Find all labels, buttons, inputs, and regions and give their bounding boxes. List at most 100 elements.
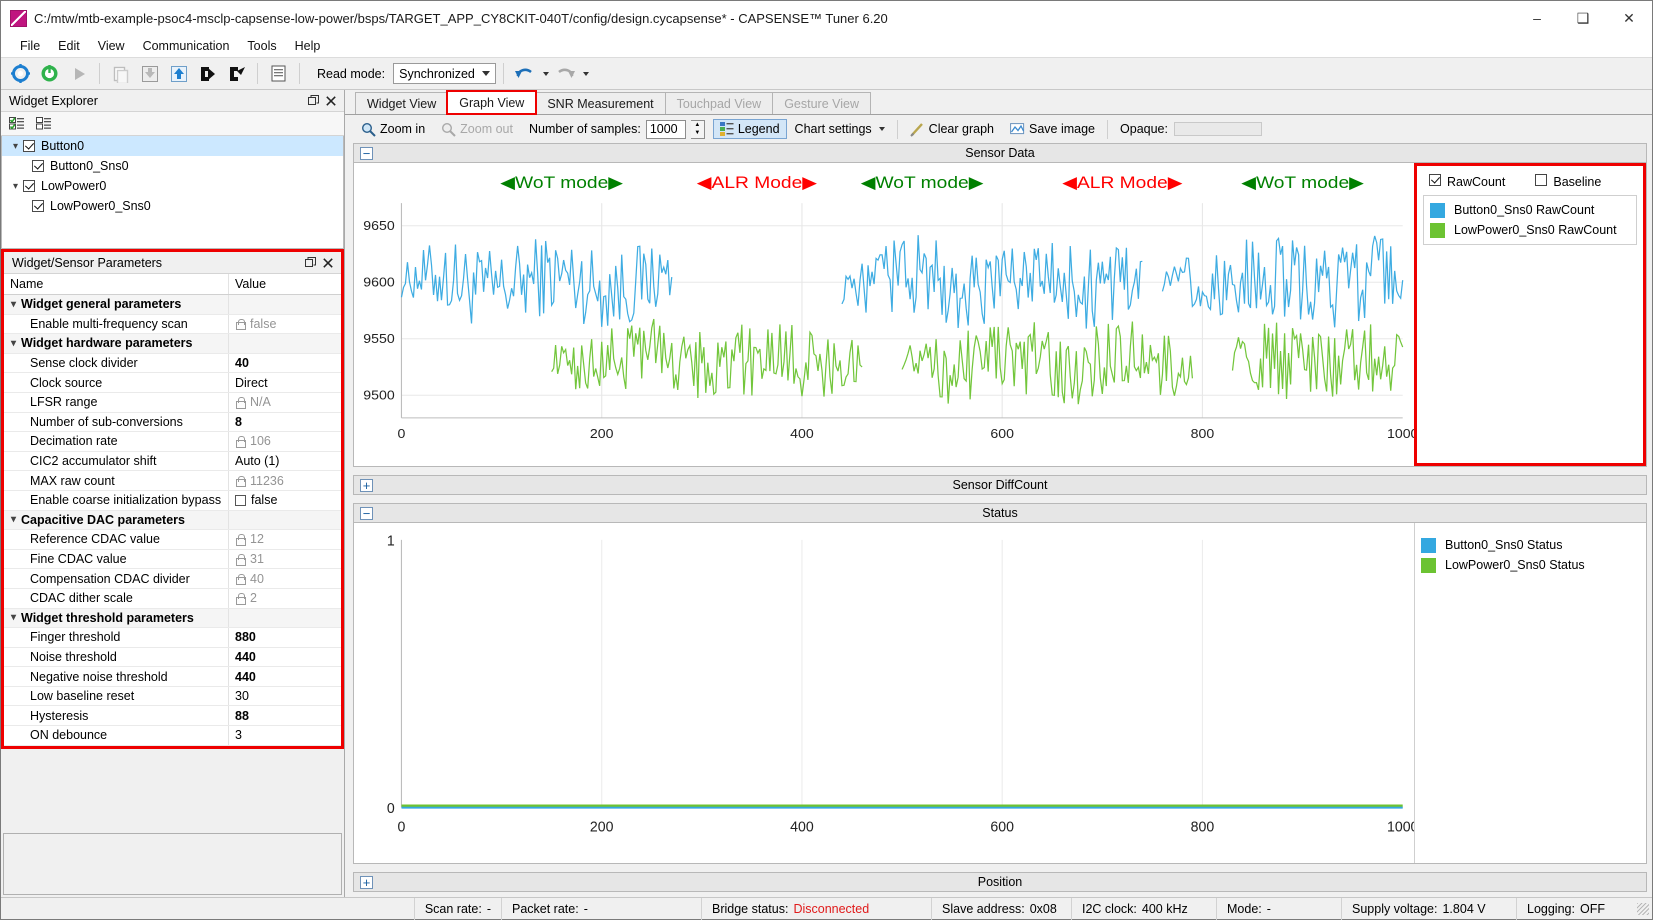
close-button[interactable]: ✕ bbox=[1606, 1, 1652, 35]
menu-edit[interactable]: Edit bbox=[49, 37, 89, 55]
import-icon[interactable] bbox=[194, 60, 221, 87]
parameter-value-cell[interactable]: 40 bbox=[229, 354, 341, 373]
parameter-row[interactable]: CDAC dither scale 2 bbox=[4, 588, 341, 609]
position-header[interactable]: + Position bbox=[353, 872, 1647, 892]
widget-tree[interactable]: ▾ Button0 Button0_Sns0 ▾ LowPower0 LowPo… bbox=[1, 136, 344, 249]
undo-icon[interactable] bbox=[511, 60, 538, 87]
tree-checkbox[interactable] bbox=[32, 200, 44, 212]
sensor-diffcount-header[interactable]: + Sensor DiffCount bbox=[353, 475, 1647, 495]
parameters-table[interactable]: ▾ Widget general parameters Enable multi-f… bbox=[4, 295, 341, 746]
uncheck-all-icon[interactable] bbox=[36, 117, 53, 130]
parameter-row[interactable]: ON debounce 3 bbox=[4, 726, 341, 746]
minimize-button[interactable]: – bbox=[1514, 1, 1560, 35]
parameter-row[interactable]: Number of sub-conversions 8 bbox=[4, 412, 341, 433]
parameter-row[interactable]: Low baseline reset 30 bbox=[4, 686, 341, 707]
parameter-row[interactable]: Fine CDAC value 31 bbox=[4, 549, 341, 570]
close-panel-icon[interactable] bbox=[322, 92, 340, 110]
parameter-value-cell[interactable]: 12 bbox=[229, 530, 341, 549]
parameter-row[interactable]: Decimation rate 106 bbox=[4, 432, 341, 452]
chevron-expanded-icon[interactable]: ▾ bbox=[6, 338, 21, 349]
menu-view[interactable]: View bbox=[89, 37, 134, 55]
menu-help[interactable]: Help bbox=[286, 37, 330, 55]
play-icon[interactable] bbox=[65, 60, 92, 87]
parameter-row[interactable]: LFSR range N/A bbox=[4, 392, 341, 413]
check-all-icon[interactable] bbox=[9, 117, 26, 130]
chevron-expanded-icon[interactable]: ▾ bbox=[8, 181, 23, 192]
parameter-row[interactable]: Finger threshold 880 bbox=[4, 628, 341, 648]
parameter-value-cell[interactable]: 440 bbox=[229, 648, 341, 667]
expand-icon[interactable]: + bbox=[360, 478, 373, 492]
maximize-button[interactable]: ❑ bbox=[1560, 1, 1606, 35]
parameter-checkbox[interactable] bbox=[235, 494, 246, 506]
parameter-row[interactable]: CIC2 accumulator shift Auto (1) bbox=[4, 451, 341, 472]
undo-dropdown-arrow-icon[interactable] bbox=[543, 71, 550, 76]
chevron-expanded-icon[interactable]: ▾ bbox=[6, 299, 21, 310]
baseline-checkbox[interactable] bbox=[1535, 174, 1548, 186]
tab-widget-view[interactable]: Widget View bbox=[355, 92, 449, 114]
collapse-icon[interactable]: − bbox=[360, 506, 373, 520]
sensor-data-plot[interactable]: 9500 9550 9600 9650 0 200 400 600 800 1000 ◀WoT mo… bbox=[354, 163, 1414, 466]
undock-icon[interactable] bbox=[304, 92, 322, 110]
redo-icon[interactable] bbox=[551, 60, 578, 87]
tab-graph-view[interactable]: Graph View bbox=[446, 90, 538, 115]
gear-icon[interactable] bbox=[7, 60, 34, 87]
redo-dropdown-arrow-icon[interactable] bbox=[583, 71, 590, 76]
parameter-value-cell[interactable]: 8 bbox=[229, 413, 341, 432]
upload-icon[interactable] bbox=[165, 60, 192, 87]
status-plot[interactable]: 0 1 0 200 400 600 800 1000 bbox=[354, 523, 1414, 863]
read-mode-select[interactable]: Synchronized bbox=[393, 63, 497, 84]
parameter-row[interactable]: Sense clock divider 40 bbox=[4, 353, 341, 374]
export-icon[interactable] bbox=[223, 60, 250, 87]
tree-checkbox[interactable] bbox=[23, 180, 35, 192]
parameter-value-cell[interactable]: 2 bbox=[229, 589, 341, 608]
parameter-row[interactable]: Hysteresis 88 bbox=[4, 706, 341, 727]
parameter-row[interactable]: Compensation CDAC divider 40 bbox=[4, 569, 341, 589]
parameter-value-cell[interactable]: Auto (1) bbox=[229, 452, 341, 471]
connect-icon[interactable] bbox=[36, 60, 63, 87]
chevron-expanded-icon[interactable]: ▾ bbox=[8, 141, 23, 152]
menu-tools[interactable]: Tools bbox=[238, 37, 285, 55]
samples-stepper[interactable]: ▲ ▼ bbox=[690, 119, 705, 139]
baseline-checkbox-group[interactable]: Baseline bbox=[1535, 174, 1601, 189]
legend-entry[interactable]: Button0_Sns0 RawCount bbox=[1430, 200, 1630, 220]
expand-icon[interactable]: + bbox=[360, 875, 373, 889]
stepper-up-icon[interactable]: ▲ bbox=[691, 121, 704, 130]
resize-grip-icon[interactable] bbox=[1637, 902, 1649, 915]
rawcount-checkbox[interactable] bbox=[1429, 174, 1441, 186]
collapse-icon[interactable]: − bbox=[360, 146, 373, 160]
parameter-value-cell[interactable]: false bbox=[229, 315, 341, 334]
legend-entry[interactable]: Button0_Sns0 Status bbox=[1421, 535, 1640, 555]
menu-communication[interactable]: Communication bbox=[134, 37, 239, 55]
chevron-expanded-icon[interactable]: ▾ bbox=[6, 514, 21, 525]
download-icon[interactable] bbox=[136, 60, 163, 87]
menu-file[interactable]: File bbox=[11, 37, 49, 55]
copy-icon[interactable] bbox=[107, 60, 134, 87]
parameter-value-cell[interactable]: 30 bbox=[229, 687, 341, 706]
parameter-group-row[interactable]: ▾ Widget threshold parameters bbox=[4, 608, 341, 629]
parameter-row[interactable]: Clock source Direct bbox=[4, 373, 341, 393]
parameter-value-cell[interactable]: 880 bbox=[229, 628, 341, 647]
stepper-down-icon[interactable]: ▼ bbox=[691, 129, 704, 138]
parameter-value-cell[interactable]: 40 bbox=[229, 569, 341, 588]
rawcount-checkbox-group[interactable]: RawCount bbox=[1429, 174, 1505, 189]
parameter-group-row[interactable]: ▾ Capacitive DAC parameters bbox=[4, 510, 341, 531]
parameter-value-cell[interactable]: 11236 bbox=[229, 471, 341, 490]
parameter-row[interactable]: Reference CDAC value 12 bbox=[4, 530, 341, 550]
parameter-value-cell[interactable]: Direct bbox=[229, 373, 341, 392]
chevron-expanded-icon[interactable]: ▾ bbox=[6, 612, 21, 623]
parameter-value-cell[interactable]: N/A bbox=[229, 393, 341, 412]
tree-item-button0[interactable]: ▾ Button0 bbox=[2, 136, 343, 156]
parameter-row[interactable]: Enable multi-frequency scan false bbox=[4, 314, 341, 335]
zoom-in-button[interactable]: Zoom in bbox=[353, 120, 433, 139]
tree-checkbox[interactable] bbox=[23, 140, 35, 152]
clear-graph-button[interactable]: Clear graph bbox=[902, 120, 1002, 139]
parameter-group-row[interactable]: ▾ Widget hardware parameters bbox=[4, 334, 341, 354]
parameter-value-cell[interactable]: 31 bbox=[229, 550, 341, 569]
parameter-group-row[interactable]: ▾ Widget general parameters bbox=[4, 295, 341, 315]
samples-input[interactable]: 1000 bbox=[645, 119, 686, 139]
tree-item-lowpower0[interactable]: ▾ LowPower0 bbox=[2, 176, 343, 196]
parameter-row[interactable]: Negative noise threshold 440 bbox=[4, 667, 341, 687]
save-image-button[interactable]: Save image bbox=[1002, 120, 1103, 138]
tree-item-button0-sns0[interactable]: Button0_Sns0 bbox=[2, 156, 343, 176]
chart-settings-button[interactable]: Chart settings bbox=[787, 120, 893, 138]
